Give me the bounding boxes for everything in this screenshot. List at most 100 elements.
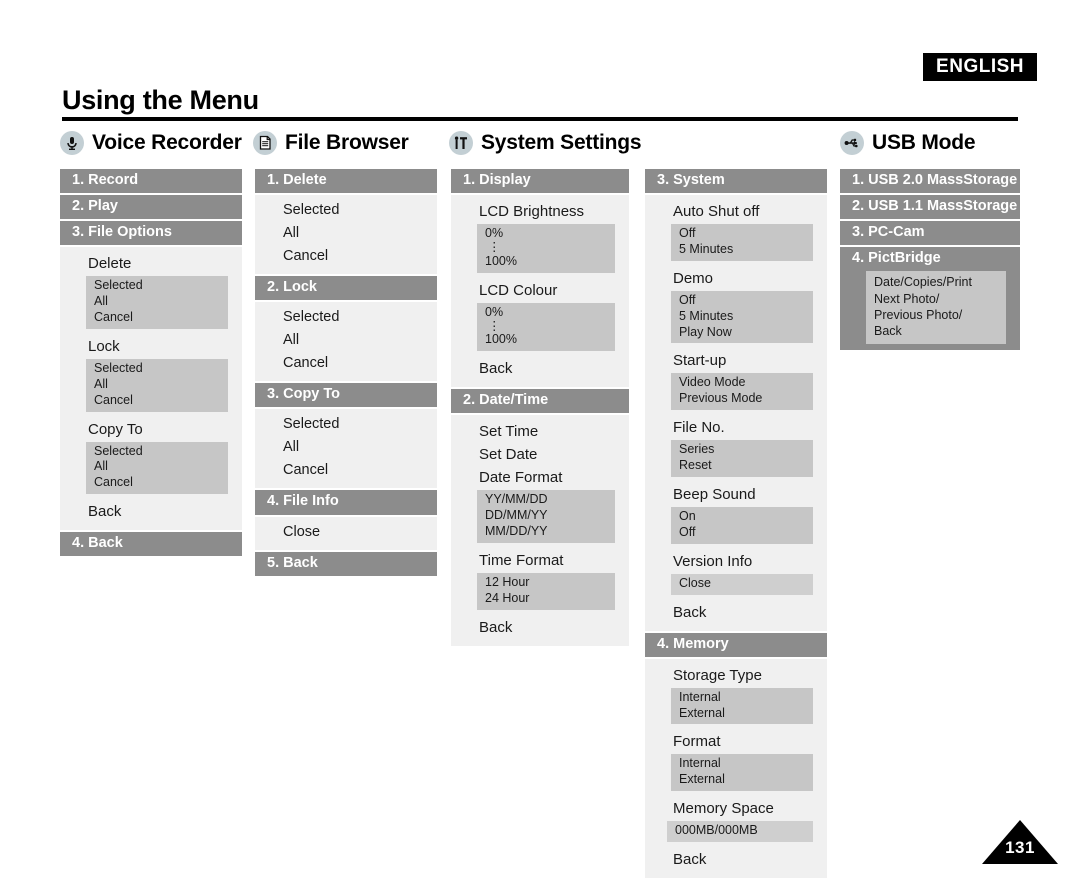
menu-option[interactable]: 100% (485, 332, 615, 348)
menu-option-box: Internal External (671, 687, 813, 725)
menu-section-header[interactable]: 3. File Options (60, 221, 242, 246)
column-header-usb-mode: USB Mode (840, 131, 976, 155)
menu-option[interactable]: External (679, 772, 813, 788)
usb-icon (840, 131, 864, 155)
menu-group-label[interactable]: Lock (60, 335, 242, 358)
menu-option[interactable]: DD/MM/YY (485, 508, 615, 524)
column-title: Voice Recorder (92, 131, 242, 154)
menu-option[interactable]: Selected (255, 413, 437, 436)
menu-group-label[interactable]: Start-up (645, 349, 827, 372)
microphone-icon (60, 131, 84, 155)
menu-section-header[interactable]: 2. Lock (255, 276, 437, 301)
menu-option[interactable]: Reset (679, 458, 813, 474)
menu-option[interactable]: On (679, 509, 813, 525)
menu-group-label[interactable]: LCD Brightness (451, 200, 629, 223)
menu-section-body: Close (255, 516, 437, 550)
menu-option[interactable]: 5 Minutes (679, 242, 813, 258)
menu-option[interactable]: Off (679, 293, 813, 309)
menu-option[interactable]: Cancel (94, 393, 228, 409)
menu-option[interactable]: Cancel (94, 310, 228, 326)
menu-section-header[interactable]: 4. Back (60, 532, 242, 557)
menu-section-header[interactable]: 4. Memory (645, 632, 827, 657)
menu-option[interactable]: Series (679, 442, 813, 458)
menu-option[interactable]: All (255, 436, 437, 459)
menu-option-box: Selected All Cancel (86, 276, 228, 329)
menu-option[interactable]: Previous Mode (679, 391, 813, 407)
menu-option[interactable]: YY/MM/DD (485, 492, 615, 508)
menu-section-header[interactable]: 5. Back (255, 551, 437, 576)
menu-option[interactable]: Previous Photo/ (874, 307, 1006, 323)
menu-section-header[interactable]: 3. PC-Cam (840, 221, 1020, 246)
menu-option[interactable]: Close (679, 576, 813, 592)
menu-group-label[interactable]: Back (451, 357, 629, 380)
menu-option[interactable]: Play Now (679, 325, 813, 341)
menu-section-header[interactable]: 4. PictBridge (840, 247, 1020, 272)
menu-option[interactable]: All (94, 377, 228, 393)
menu-option[interactable]: Selected (94, 444, 228, 460)
menu-option[interactable]: MM/DD/YY (485, 524, 615, 540)
menu-option[interactable]: All (94, 294, 228, 310)
menu-option[interactable]: 0% (485, 305, 615, 321)
menu-option[interactable]: 5 Minutes (679, 309, 813, 325)
menu-option[interactable]: Selected (94, 278, 228, 294)
menu-option[interactable]: 24 Hour (485, 591, 615, 607)
menu-group-label[interactable]: File No. (645, 416, 827, 439)
menu-option[interactable]: Selected (255, 306, 437, 329)
menu-section-header[interactable]: 3. Copy To (255, 383, 437, 408)
menu-section-header[interactable]: 1. Delete (255, 169, 437, 194)
menu-section-header[interactable]: 4. File Info (255, 490, 437, 515)
document-icon (253, 131, 277, 155)
menu-section-header[interactable]: 1. USB 2.0 MassStorage (840, 169, 1020, 194)
menu-option[interactable]: Cancel (255, 459, 437, 482)
menu-section-header[interactable]: 3. System (645, 169, 827, 194)
menu-option[interactable]: Cancel (94, 475, 228, 491)
menu-option[interactable]: Video Mode (679, 375, 813, 391)
menu-option[interactable]: Next Photo/ (874, 291, 1006, 307)
menu-option[interactable]: Cancel (255, 245, 437, 268)
menu-group-label[interactable]: Storage Type (645, 664, 827, 687)
menu-group-label[interactable]: Set Date (451, 443, 629, 466)
menu-group-label[interactable]: Format (645, 730, 827, 753)
menu-group-label[interactable]: Back (645, 601, 827, 624)
menu-group-label[interactable]: Copy To (60, 418, 242, 441)
menu-group-label[interactable]: Back (645, 848, 827, 871)
menu-section-header[interactable]: 2. Date/Time (451, 389, 629, 414)
menu-group-label[interactable]: LCD Colour (451, 279, 629, 302)
menu-option[interactable]: All (94, 459, 228, 475)
menu-group-label[interactable]: Beep Sound (645, 483, 827, 506)
menu-option[interactable]: All (255, 329, 437, 352)
menu-group-label[interactable]: Version Info (645, 550, 827, 573)
menu-group-label[interactable]: Back (60, 500, 242, 523)
menu-section-header[interactable]: 2. USB 1.1 MassStorage (840, 195, 1020, 220)
menu-option[interactable]: Cancel (255, 352, 437, 375)
menu-group-label[interactable]: Back (451, 616, 629, 639)
menu-option[interactable]: Off (679, 226, 813, 242)
menu-option[interactable]: Off (679, 525, 813, 541)
title-divider (62, 117, 1018, 121)
menu-group-label[interactable]: Time Format (451, 549, 629, 572)
manual-page: ENGLISH Using the Menu Voice Recorder Fi… (0, 0, 1080, 880)
menu-option[interactable]: Internal (679, 690, 813, 706)
menu-section-body: Selected All Cancel (255, 409, 437, 489)
menu-group-label[interactable]: Auto Shut off (645, 200, 827, 223)
menu-section-header[interactable]: 1. Record (60, 169, 242, 194)
menu-option[interactable]: Selected (255, 199, 437, 222)
menu-option[interactable]: Date/Copies/Print (874, 274, 1006, 290)
menu-group-label[interactable]: Date Format (451, 466, 629, 489)
menu-option[interactable]: Selected (94, 361, 228, 377)
menu-option[interactable]: 12 Hour (485, 575, 615, 591)
menu-group-label[interactable]: Set Time (451, 420, 629, 443)
menu-group-label[interactable]: Memory Space (645, 797, 827, 820)
menu-section-header[interactable]: 1. Display (451, 169, 629, 194)
menu-option[interactable]: 100% (485, 254, 615, 270)
menu-option[interactable]: All (255, 222, 437, 245)
menu-option[interactable]: Internal (679, 756, 813, 772)
menu-option[interactable]: 0% (485, 226, 615, 242)
menu-section-header[interactable]: 2. Play (60, 195, 242, 220)
menu-option[interactable]: Close (255, 521, 437, 544)
menu-group-label[interactable]: Demo (645, 267, 827, 290)
menu-section-body: Auto Shut off Off 5 Minutes Demo Off 5 M… (645, 195, 827, 631)
menu-option[interactable]: External (679, 706, 813, 722)
menu-group-label[interactable]: Delete (60, 252, 242, 275)
menu-option[interactable]: Back (874, 323, 1006, 339)
